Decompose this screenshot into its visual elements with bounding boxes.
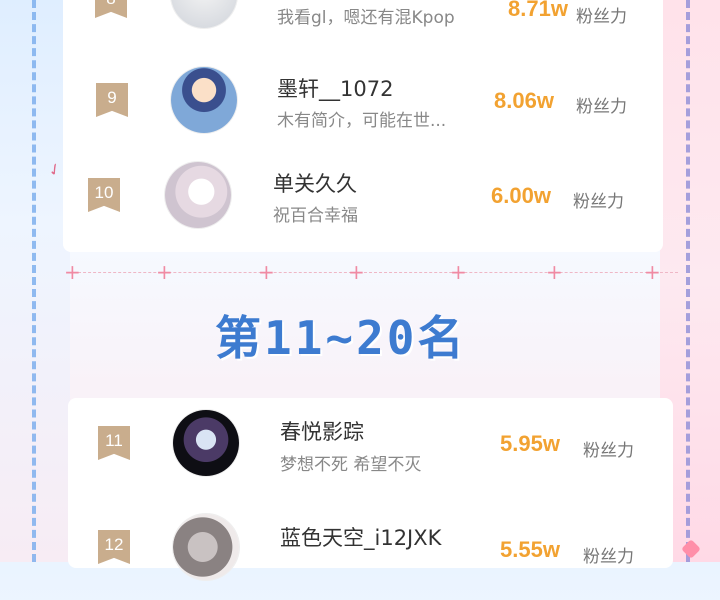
fans-count: 8.71w [508,0,568,21]
ranking-row[interactable]: 9 墨轩__1072 木有简介，可能在世... 8.06w 粉丝力 [63,55,663,145]
ranking-row[interactable]: 11 春悦影踪 梦想不死 希望不灭 5.95w 粉丝力 [68,406,673,496]
user-bio: 祝百合幸福 [273,206,358,226]
plus-mark-icon: + [546,260,563,284]
avatar[interactable] [171,67,237,133]
fans-label: 粉丝力 [576,97,627,117]
fans-count: 5.55w [500,537,560,562]
avatar[interactable] [165,162,231,228]
avatar[interactable] [173,410,239,476]
ranking-card-bottom: 11 春悦影踪 梦想不死 希望不灭 5.95w 粉丝力 12 蓝色天空_i12J… [68,398,673,580]
plus-mark-icon: + [644,260,661,284]
rank-badge: 10 [88,178,120,212]
fans-count: 5.95w [500,431,560,456]
user-bio: 木有简介，可能在世... [277,111,447,131]
decorative-dashed-line-left [32,0,36,562]
fans-label: 粉丝力 [583,547,634,567]
user-bio: 我看gl，嗯还有混Kpop [277,8,455,28]
ranking-row[interactable]: 10 单关久久 祝百合幸福 6.00w 粉丝力 [63,150,663,240]
user-name[interactable]: 单关久久 [273,168,357,198]
ranking-row[interactable]: 12 蓝色天空_i12JXK 5.55w 粉丝力 [68,510,673,600]
avatar[interactable] [173,514,239,580]
ranking-row[interactable]: 8 我看gl，嗯还有混Kpop 8.71w 粉丝力 [63,0,663,32]
plus-mark-icon: + [156,260,173,284]
plus-mark-icon: + [258,260,275,284]
plus-mark-icon: + [450,260,467,284]
fans-label: 粉丝力 [573,192,624,212]
ranking-card-top: 8 我看gl，嗯还有混Kpop 8.71w 粉丝力 9 墨轩__1072 木有简… [63,0,663,252]
section-title: 第11~20名 [215,311,467,365]
user-bio: 梦想不死 希望不灭 [280,455,422,475]
user-name[interactable]: 春悦影踪 [280,416,364,446]
plus-mark-icon: + [348,260,365,284]
fans-count: 8.06w [494,88,554,113]
fans-label: 粉丝力 [583,441,634,461]
plus-mark-icon: + [64,260,81,284]
rank-badge: 8 [95,0,127,18]
decorative-dashed-line-right [686,0,690,562]
fans-count: 6.00w [491,183,551,208]
rank-badge: 11 [98,426,130,460]
user-name[interactable]: 墨轩__1072 [277,73,393,103]
rank-badge: 9 [96,83,128,117]
avatar[interactable] [171,0,237,28]
rank-badge: 12 [98,530,130,564]
fans-label: 粉丝力 [576,7,627,27]
user-name[interactable]: 蓝色天空_i12JXK [280,522,441,552]
